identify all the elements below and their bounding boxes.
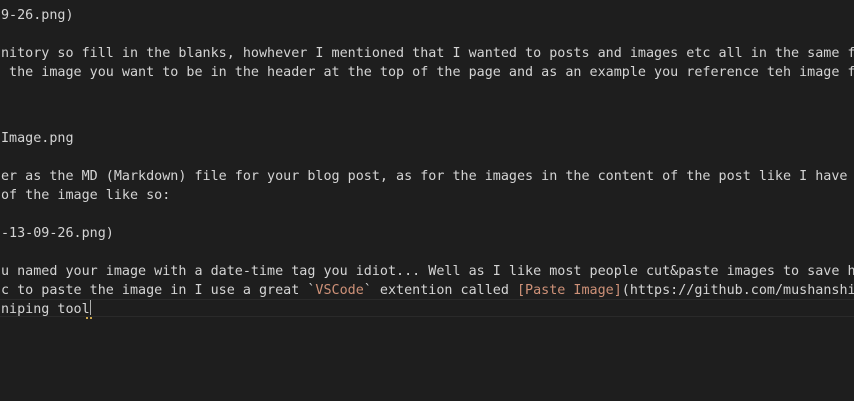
- editor-line-7[interactable]: Image.png: [0, 129, 854, 148]
- link-url[interactable]: (https://github.com/mushanshitianc: [622, 283, 854, 298]
- editor-line-9[interactable]: er as the MD (Markdown) file for your bl…: [0, 167, 854, 186]
- editor-line-14[interactable]: u named your image with a date-time tag …: [0, 262, 854, 281]
- line-text: c to paste the image in I use a great `: [1, 283, 316, 298]
- editor-line-12[interactable]: -13-09-26.png): [0, 224, 854, 243]
- line-text: niping tool: [1, 302, 90, 317]
- inline-code: VSCode: [315, 283, 364, 298]
- line-text: ` extention called: [363, 283, 517, 298]
- spelling-warning-squiggle: [86, 314, 92, 319]
- editor-line-1[interactable]: 9-26.png): [0, 6, 854, 25]
- editor-line-4[interactable]: the image you want to be in the header a…: [0, 63, 854, 82]
- editor-line-3[interactable]: nitory so fill in the blanks, howhever I…: [0, 44, 854, 63]
- code-editor[interactable]: 9-26.png) nitory so fill in the blanks, …: [0, 0, 854, 401]
- text-cursor: [89, 300, 91, 315]
- editor-line-10[interactable]: of the image like so:: [0, 186, 854, 205]
- editor-line-15[interactable]: c to paste the image in I use a great `V…: [0, 281, 854, 300]
- link-text[interactable]: [Paste Image]: [517, 283, 622, 298]
- editor-line-16[interactable]: niping tool: [0, 300, 854, 319]
